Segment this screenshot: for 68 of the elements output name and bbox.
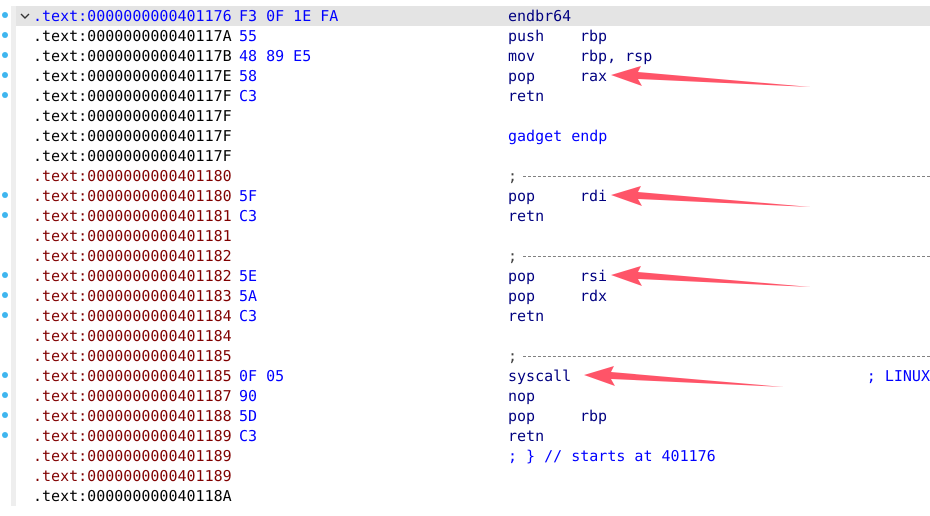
mnemonic: retn	[508, 306, 546, 326]
separator-semicolon: ;	[508, 246, 518, 266]
opcode-bytes: C3	[239, 86, 258, 106]
address-text: .text:000000000040117F	[33, 86, 233, 106]
address-text: .text:0000000000401183	[33, 286, 233, 306]
opcode-bytes: F3 0F 1E FA	[239, 6, 340, 26]
address-text: .text:0000000000401187	[33, 386, 233, 406]
mnemonic: nop	[508, 386, 536, 406]
opcode-bytes: 5A	[239, 286, 258, 306]
separator-semicolon: ;	[508, 346, 518, 366]
mnemonic: push	[508, 26, 546, 46]
address-text: .text:0000000000401185	[33, 346, 233, 366]
address-text: .text:0000000000401189	[33, 446, 233, 466]
opcode-bytes: 48 89 E5	[239, 46, 312, 66]
opcode-bytes: 58	[239, 66, 258, 86]
mnemonic: mov	[508, 46, 536, 66]
opcode-bytes: C3	[239, 306, 258, 326]
mnemonic: pop	[508, 406, 536, 426]
address-text: .text:000000000040118A	[33, 486, 233, 506]
operand: rdx	[580, 286, 608, 306]
comment-text: ; LINUX	[866, 366, 930, 386]
mnemonic: pop	[508, 286, 536, 306]
selected-row[interactable]: .text:0000000000401176 F3 0F 1E FA endbr64	[16, 6, 930, 26]
address-text: .text:000000000040117B	[33, 46, 233, 66]
mnemonic: retn	[508, 86, 546, 106]
mnemonic: pop	[508, 186, 536, 206]
opcode-bytes: C3	[239, 426, 258, 446]
opcode-bytes: 55	[239, 26, 258, 46]
address-text: .text:0000000000401182	[33, 246, 233, 266]
address-text: .text:0000000000401176	[33, 6, 233, 26]
operand: rbp, rsp	[580, 46, 652, 66]
address-text: .text:000000000040117F	[33, 146, 233, 166]
opcode-bytes: 5D	[239, 406, 258, 426]
operand: rsi	[580, 266, 608, 286]
address-text: .text:0000000000401184	[33, 326, 233, 346]
mnemonic: pop	[508, 266, 536, 286]
function-end-label: gadget endp	[508, 126, 608, 146]
operand: rdi	[580, 186, 608, 206]
address-text: .text:0000000000401185	[33, 366, 233, 386]
address-text: .text:0000000000401188	[33, 406, 233, 426]
address-text: .text:0000000000401180	[33, 166, 233, 186]
opcode-bytes: 0F 05	[239, 366, 286, 386]
address-text: .text:0000000000401180	[33, 186, 233, 206]
mnemonic: retn	[508, 206, 546, 226]
operand: rbp	[580, 26, 608, 46]
mnemonic: retn	[508, 426, 546, 446]
separator-semicolon: ;	[508, 166, 518, 186]
address-text: .text:0000000000401189	[33, 426, 233, 446]
opcode-bytes: 5F	[239, 186, 258, 206]
address-text: .text:000000000040117F	[33, 106, 233, 126]
opcode-bytes: 90	[239, 386, 258, 406]
operand: rbp	[580, 406, 608, 426]
chevron-down-icon[interactable]	[20, 12, 30, 20]
opcode-bytes: C3	[239, 206, 258, 226]
address-text: .text:0000000000401189	[33, 466, 233, 486]
mnemonic: endbr64	[508, 6, 572, 26]
address-text: .text:0000000000401182	[33, 266, 233, 286]
operand: rax	[580, 66, 608, 86]
address-text: .text:0000000000401181	[33, 226, 233, 246]
comment-text: ; } // starts at 401176	[508, 446, 716, 466]
address-text: .text:0000000000401181	[33, 206, 233, 226]
address-text: .text:000000000040117F	[33, 126, 233, 146]
address-text: .text:0000000000401184	[33, 306, 233, 326]
mnemonic: pop	[508, 66, 536, 86]
address-text: .text:000000000040117A	[33, 26, 233, 46]
address-text: .text:000000000040117E	[33, 66, 233, 86]
opcode-bytes: 5E	[239, 266, 258, 286]
mnemonic: syscall	[508, 366, 572, 386]
